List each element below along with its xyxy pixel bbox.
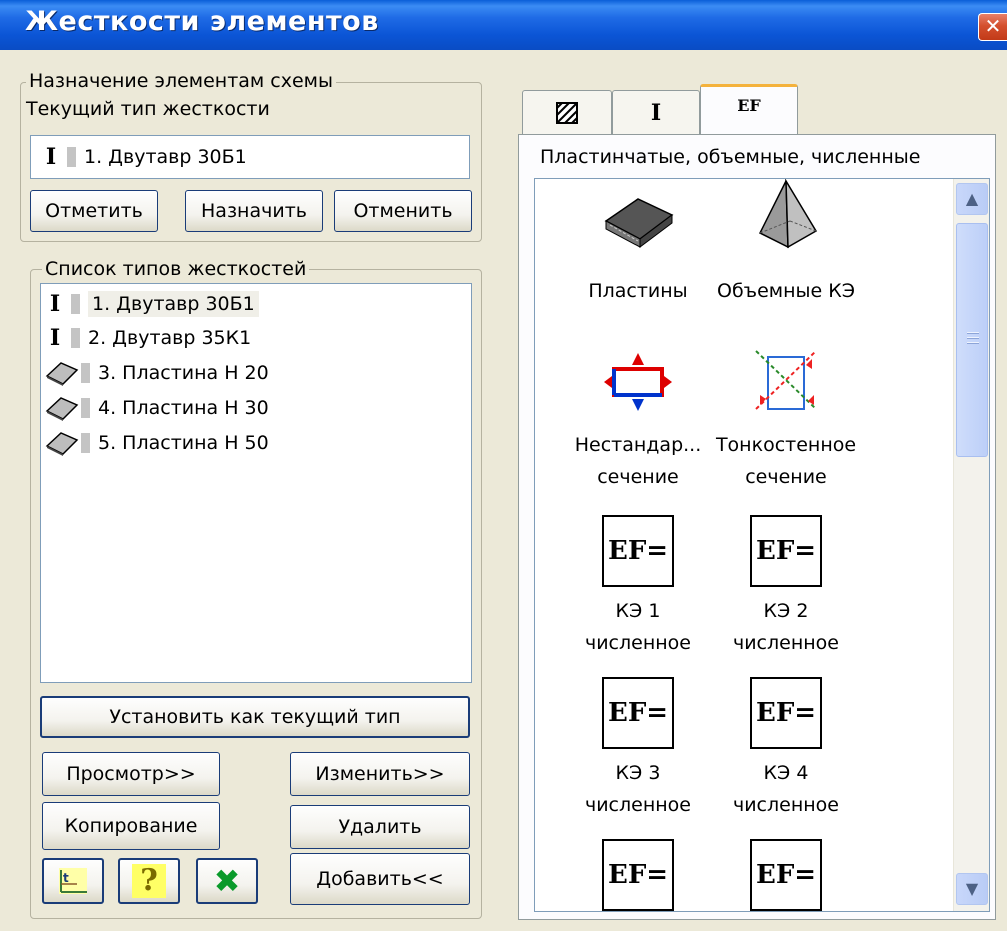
plates-icon [604,198,674,248]
current-type-value: 1. Двутавр 30Б1 [84,146,247,168]
scroll-down-button[interactable]: ▼ [956,873,988,905]
grid-item-fe3-numeric[interactable]: EF= КЭ 3 численное [563,677,713,821]
chevron-up-icon: ▲ [965,189,979,208]
color-swatch [71,294,80,314]
plate-icon [45,362,79,386]
ef-tab-label: EF [737,96,761,115]
grip-line [967,342,979,344]
grid-item-label-2: численное [584,794,691,816]
scroll-up-button[interactable]: ▲ [956,183,988,215]
grid-item-label-2: сечение [597,466,679,488]
ef-icon: EF= [750,677,822,749]
grid-item-fe4-numeric[interactable]: EF= КЭ 4 численное [711,677,861,821]
grid-item-label: Нестандар... [574,434,702,456]
axis-button[interactable]: t [42,858,104,904]
grid-item-label-2: численное [732,794,839,816]
grid-item-thin-walled-section[interactable]: Тонкостенное сечение [711,347,861,493]
list-item-label: 4. Пластина Н 30 [98,397,269,419]
hatch-icon [556,101,578,124]
color-swatch [81,398,90,418]
copy-button[interactable]: Копирование [42,802,220,850]
ibeam-icon: I [650,99,662,126]
list-item[interactable]: I 1. Двутавр 30Б1 [45,288,259,320]
color-swatch [71,328,80,348]
ef-icon: EF= [602,677,674,749]
close-dialog-button[interactable]: ✖ [196,858,258,904]
help-icon: ? [132,864,166,898]
add-button[interactable]: Добавить<< [290,853,470,905]
plate-icon [45,432,79,456]
axis-icon: t [59,868,87,894]
grid-item-label: Тонкостенное [715,434,857,456]
chevron-down-icon: ▼ [965,879,979,898]
ef-icon: EF= [602,839,674,911]
grid-item-fe1-numeric[interactable]: EF= КЭ 1 численное [563,515,713,659]
grid-item-label: КЭ 4 [763,762,809,784]
ef-icon: EF= [750,515,822,587]
grid-item-label: КЭ 3 [615,762,661,784]
list-item[interactable]: 3. Пластина Н 20 [45,357,269,389]
elements-grid[interactable]: Пластины Объемные КЭ Нестандар... сечени… [534,178,990,912]
list-item[interactable]: 4. Пластина Н 30 [45,392,269,424]
assign-button[interactable]: Назначить [185,190,323,232]
types-group-legend: Список типов жесткостей [42,258,310,280]
list-item-label: 1. Двутавр 30Б1 [88,291,259,317]
scroll-thumb[interactable] [956,223,988,457]
list-item[interactable]: I 2. Двутавр 35К1 [45,322,251,354]
mark-button[interactable]: Отметить [30,190,158,232]
grid-item-partial[interactable]: EF= [711,839,861,911]
tab-panel-heading: Пластинчатые, объемные, численные [540,146,921,168]
grid-item-label: Объемные КЭ [716,280,856,302]
thin-walled-section-icon [755,350,817,410]
close-icon: ✕ [984,14,1002,38]
help-button[interactable]: ? [118,858,180,904]
grid-item-nonstandard-section[interactable]: Нестандар... сечение [563,347,713,493]
set-current-button[interactable]: Установить как текущий тип [40,696,470,738]
assign-group-legend: Назначение элементам схемы [26,70,337,92]
ibeam-icon: I [49,325,61,351]
grid-item-fe2-numeric[interactable]: EF= КЭ 2 численное [711,515,861,659]
pyramid-icon [758,179,818,249]
nonstandard-section-icon [604,353,672,411]
grid-item-volume-fe[interactable]: Объемные КЭ [711,179,861,307]
current-type-field: I 1. Двутавр 30Б1 [30,135,470,179]
ef-tab[interactable]: EF [700,84,798,136]
color-swatch [67,147,76,167]
window-close-button[interactable]: ✕ [978,13,1007,41]
title-bar: Жесткости элементов ✕ [0,0,1007,50]
vertical-scrollbar[interactable]: ▲ ▼ [953,179,989,911]
list-item[interactable]: 5. Пластина Н 50 [45,427,269,459]
view-button[interactable]: Просмотр>> [42,752,220,796]
types-list[interactable]: I 1. Двутавр 30Б1 I 2. Двутавр 35К1 3. П… [40,283,472,683]
ibeam-tab[interactable]: I [612,90,700,134]
grid-item-label-2: численное [732,632,839,654]
grid-item-label: Пластины [588,280,688,302]
list-item-label: 3. Пластина Н 20 [98,362,269,384]
svg-text:t: t [63,871,69,885]
close-x-icon: ✖ [213,862,241,900]
window-title: Жесткости элементов [25,6,379,37]
ef-icon: EF= [750,839,822,911]
grid-item-label: КЭ 2 [763,600,809,622]
delete-button[interactable]: Удалить [290,805,470,849]
grid-item-partial[interactable]: EF= [563,839,713,911]
grid-item-label: КЭ 1 [615,600,661,622]
plate-icon [45,397,79,421]
grid-item-label-2: численное [584,632,691,654]
list-item-label: 5. Пластина Н 50 [98,432,269,454]
hatch-tab[interactable] [522,90,612,134]
grid-item-label-2: сечение [745,466,827,488]
grip-line [967,337,979,339]
ef-icon: EF= [602,515,674,587]
cancel-button[interactable]: Отменить [334,190,472,232]
edit-button[interactable]: Изменить>> [290,752,470,796]
color-swatch [81,363,90,383]
list-item-label: 2. Двутавр 35К1 [88,327,252,349]
ibeam-icon: I [45,144,57,170]
grip-line [967,332,979,334]
ibeam-icon: I [49,291,61,317]
color-swatch [81,433,90,453]
current-type-label: Текущий тип жесткости [26,98,270,120]
grid-item-plates[interactable]: Пластины [563,185,713,307]
